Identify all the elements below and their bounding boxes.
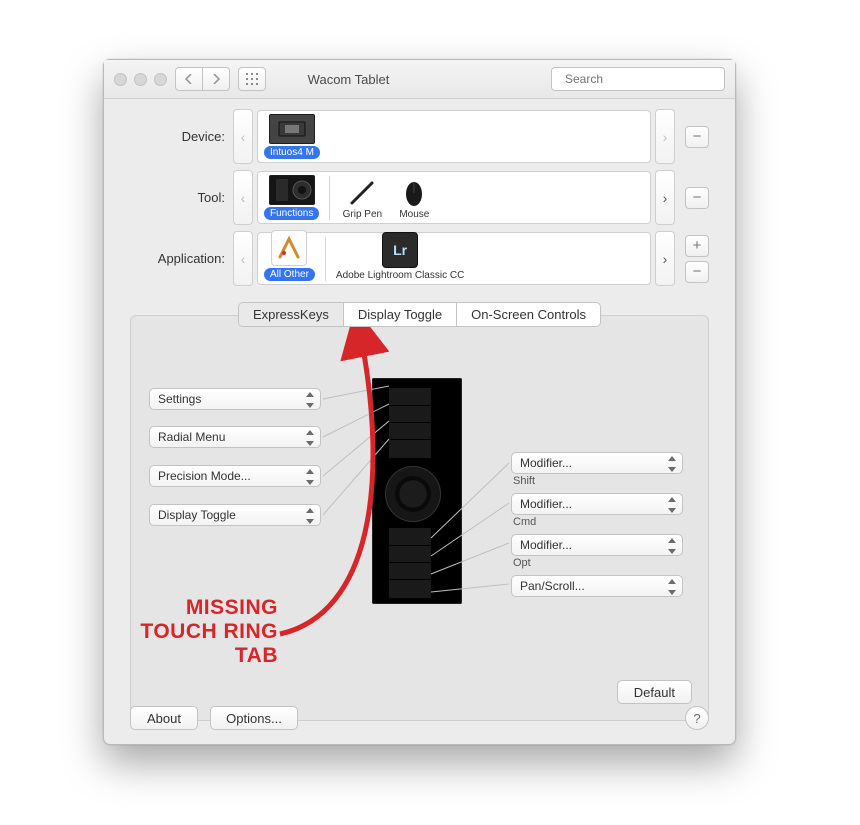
left-select-4-value: Display Toggle <box>158 508 236 522</box>
device-row: Device: ‹ Intuos4 M › − <box>130 109 709 164</box>
tool-tray: Functions Grip Pen Mouse <box>257 171 651 224</box>
tool-label: Tool: <box>130 190 233 205</box>
app-item-lightroom[interactable]: Lr Adobe Lightroom Classic CC <box>336 232 464 281</box>
app-add-button[interactable]: + <box>685 235 709 257</box>
application-row: Application: ‹ All Other Lr Adobe Lightr… <box>130 231 709 286</box>
right-select-2-value: Modifier... <box>520 497 572 511</box>
tool-remove-button[interactable]: − <box>685 187 709 209</box>
tool-name-functions: Functions <box>264 207 319 220</box>
right-select-2[interactable]: Modifier... <box>511 493 683 515</box>
right-select-1-value: Modifier... <box>520 456 572 470</box>
right-select-2-sublabel: Cmd <box>513 516 536 528</box>
device-label: Device: <box>130 129 233 144</box>
app-scroll-right[interactable]: › <box>655 231 675 286</box>
left-select-2-value: Radial Menu <box>158 430 225 444</box>
all-other-icon <box>271 230 307 266</box>
app-remove-button[interactable]: − <box>685 261 709 283</box>
tool-row: Tool: ‹ Functions Grip Pen <box>130 170 709 225</box>
device-scroll-left[interactable]: ‹ <box>233 109 253 164</box>
about-button-label: About <box>147 711 181 726</box>
app-tray: All Other Lr Adobe Lightroom Classic CC <box>257 232 651 285</box>
touch-ring-graphic <box>385 466 441 522</box>
annotation-line1: MISSING <box>123 596 278 620</box>
tool-item-pen[interactable]: Grip Pen <box>340 179 384 220</box>
annotation-line3: TAB <box>123 644 278 668</box>
mouse-icon <box>392 179 436 207</box>
search-input[interactable] <box>563 71 722 87</box>
device-tray: Intuos4 M <box>257 110 651 163</box>
tab-expresskeys[interactable]: ExpressKeys <box>239 303 344 326</box>
application-label: Application: <box>130 251 233 266</box>
right-select-3[interactable]: Modifier... <box>511 534 683 556</box>
right-select-1[interactable]: Modifier... <box>511 452 683 474</box>
device-item[interactable]: Intuos4 M <box>264 114 320 159</box>
left-select-3[interactable]: Precision Mode... <box>149 465 321 487</box>
left-select-4[interactable]: Display Toggle <box>149 504 321 526</box>
tool-name-pen: Grip Pen <box>343 209 382 220</box>
tab-display-toggle[interactable]: Display Toggle <box>344 303 457 326</box>
key-block-top <box>389 388 431 458</box>
titlebar: Wacom Tablet <box>104 60 735 99</box>
functions-icon <box>269 175 315 205</box>
left-select-3-value: Precision Mode... <box>158 469 251 483</box>
right-select-4[interactable]: Pan/Scroll... <box>511 575 683 597</box>
right-select-3-sublabel: Opt <box>513 557 531 569</box>
tablet-icon <box>269 114 315 144</box>
key-block-bottom <box>389 528 431 598</box>
lightroom-icon: Lr <box>382 232 418 268</box>
tool-scroll-right[interactable]: › <box>655 170 675 225</box>
default-button-label: Default <box>634 685 675 700</box>
tool-scroll-left[interactable]: ‹ <box>233 170 253 225</box>
annotation-line2: TOUCH RING <box>123 620 278 644</box>
window-title: Wacom Tablet <box>154 72 543 87</box>
about-button[interactable]: About <box>130 706 198 730</box>
left-select-2[interactable]: Radial Menu <box>149 426 321 448</box>
device-remove-button[interactable]: − <box>685 126 709 148</box>
device-scroll-right[interactable]: › <box>655 109 675 164</box>
divider <box>325 237 326 281</box>
tablet-graphic <box>372 378 462 604</box>
left-select-1[interactable]: Settings <box>149 388 321 410</box>
tool-item-mouse[interactable]: Mouse <box>392 179 436 220</box>
tool-name-mouse: Mouse <box>399 209 429 220</box>
app-name-lightroom: Adobe Lightroom Classic CC <box>336 270 464 281</box>
pen-icon <box>340 179 384 207</box>
tab-bar: ExpressKeys Display Toggle On-Screen Con… <box>104 302 735 327</box>
right-select-4-value: Pan/Scroll... <box>520 579 585 593</box>
tool-item-functions[interactable]: Functions <box>264 175 319 220</box>
tab-on-screen-controls[interactable]: On-Screen Controls <box>457 303 600 326</box>
annotation-text: MISSING TOUCH RING TAB <box>123 596 278 668</box>
selector-area: Device: ‹ Intuos4 M › − Tool: ‹ <box>104 99 735 298</box>
footer: About Options... ? <box>130 706 709 730</box>
minimize-icon[interactable] <box>134 73 147 86</box>
default-button[interactable]: Default <box>617 680 692 704</box>
options-button-label: Options... <box>226 711 282 726</box>
close-icon[interactable] <box>114 73 127 86</box>
help-button[interactable]: ? <box>685 706 709 730</box>
left-select-1-value: Settings <box>158 392 201 406</box>
device-name: Intuos4 M <box>264 146 320 159</box>
app-item-all-other[interactable]: All Other <box>264 230 315 281</box>
right-select-3-value: Modifier... <box>520 538 572 552</box>
options-button[interactable]: Options... <box>210 706 298 730</box>
divider <box>329 176 330 220</box>
search-field[interactable] <box>551 67 725 91</box>
help-icon: ? <box>693 711 700 726</box>
right-select-1-sublabel: Shift <box>513 475 535 487</box>
app-scroll-left[interactable]: ‹ <box>233 231 253 286</box>
app-name-all-other: All Other <box>264 268 315 281</box>
